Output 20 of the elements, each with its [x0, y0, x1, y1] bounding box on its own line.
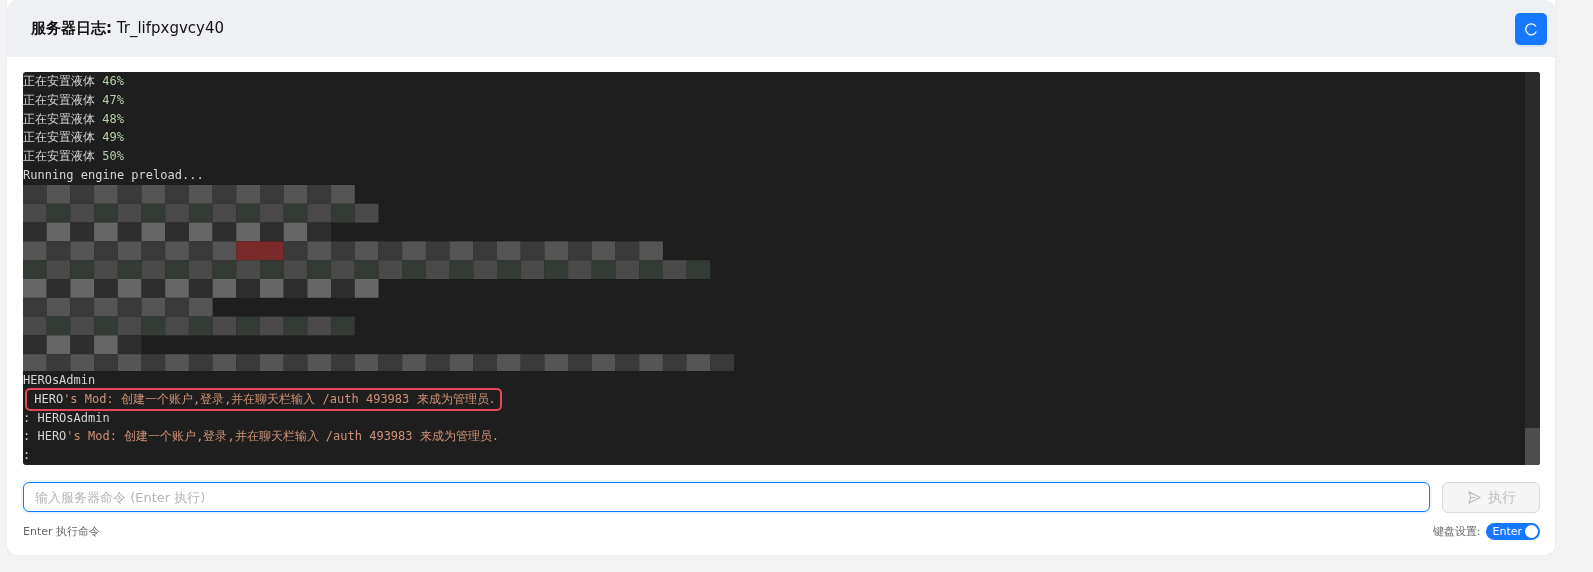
log-line: HEROsAdmin [23, 372, 97, 389]
log-line: : [23, 447, 32, 465]
log-line: 正在安置液体 49% [23, 129, 125, 147]
log-line: : HEROsAdmin [23, 409, 111, 427]
send-icon [1466, 490, 1482, 505]
command-input[interactable]: 输入服务器命令 (Enter 执行) [23, 482, 1430, 512]
log-line: : HERO's Mod: 创建一个账户,登录,并在聊天栏输入 /auth 493983 来成为管理员. [23, 428, 500, 446]
log-line: 正在安置液体 47% [23, 91, 125, 109]
log-line: 正在安置液体 50% [23, 148, 125, 166]
command-hint: Enter 执行命令 [23, 524, 101, 539]
refresh-button[interactable] [1515, 12, 1547, 45]
scrollbar[interactable] [1525, 72, 1540, 465]
highlighted-log-line: HERO's Mod: 创建一个账户,登录,并在聊天栏输入 /auth 493983 来成为管理员. [27, 389, 500, 409]
keyboard-settings-label: 键盘设置: [1432, 524, 1481, 539]
log-line: Running engine preload... [23, 167, 205, 184]
enter-toggle[interactable]: Enter [1486, 523, 1540, 540]
refresh-icon [1524, 21, 1538, 36]
page-title: 服务器日志: Tr_lifpxgvcy40 [31, 19, 225, 38]
log-line: 正在安置液体 48% [23, 110, 125, 128]
log-line: 正在安置液体 46% [23, 73, 125, 90]
